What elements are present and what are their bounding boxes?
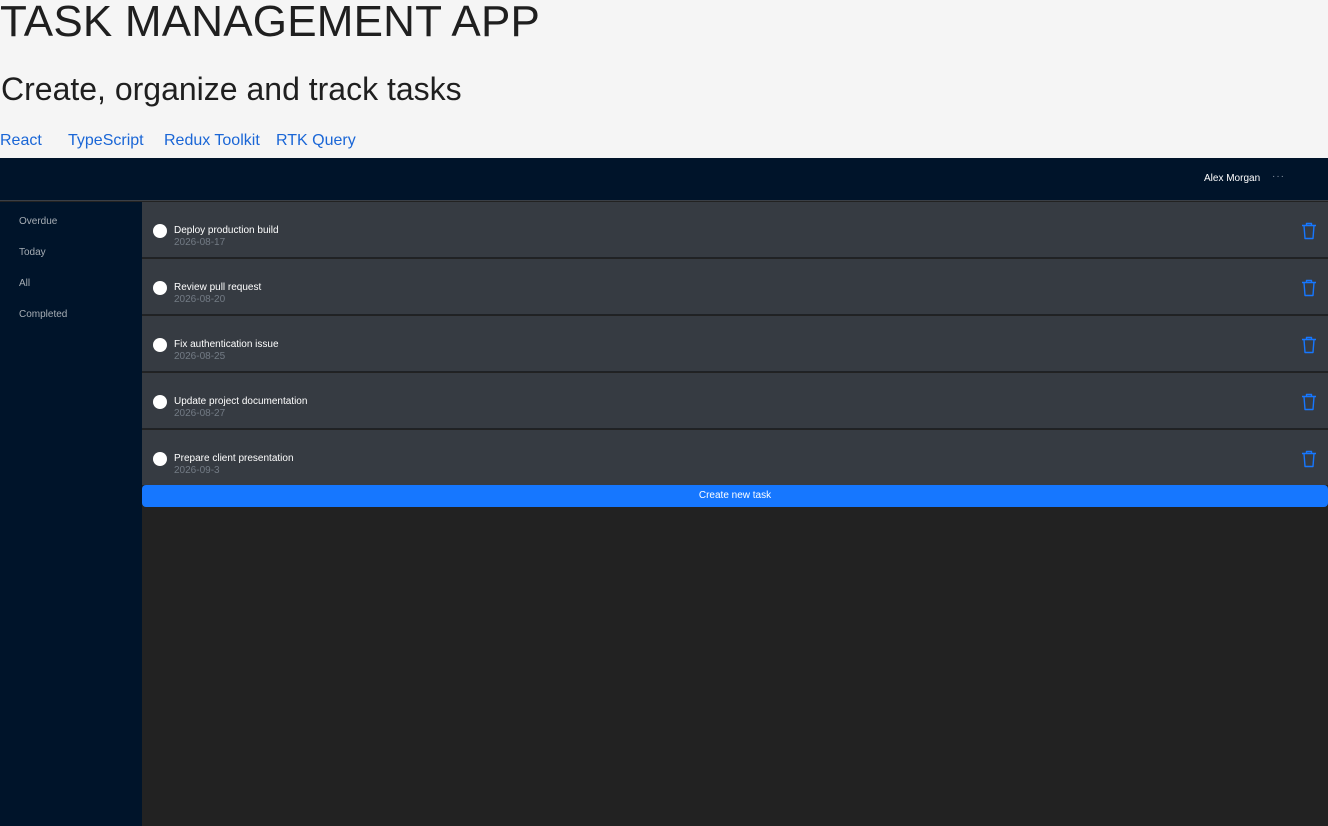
- task-date: 2026-08-27: [174, 408, 226, 419]
- tech-link-redux-toolkit[interactable]: Redux Toolkit: [164, 131, 260, 151]
- page-subtitle: Create, organize and track tasks: [1, 71, 462, 107]
- task-date: 2026-09-3: [174, 465, 220, 476]
- trash-icon[interactable]: [1301, 450, 1317, 468]
- task-date: 2026-08-20: [174, 294, 226, 305]
- sidebar-item-overdue[interactable]: Overdue: [19, 216, 57, 228]
- sidebar-item-completed[interactable]: Completed: [19, 309, 67, 321]
- task-list: Deploy production build 2026-08-17 Revie…: [142, 202, 1328, 826]
- trash-icon[interactable]: [1301, 279, 1317, 297]
- topbar: Alex Morgan ···: [0, 158, 1328, 201]
- task-row[interactable]: Review pull request 2026-08-20: [142, 259, 1328, 315]
- circle-check-icon[interactable]: [153, 224, 167, 238]
- app-frame: Alex Morgan ··· Overdue Today All Comple…: [0, 158, 1328, 826]
- tech-link-rtk-query[interactable]: RTK Query: [276, 131, 356, 151]
- task-title: Fix authentication issue: [174, 339, 279, 350]
- trash-icon[interactable]: [1301, 222, 1317, 240]
- trash-icon[interactable]: [1301, 393, 1317, 411]
- sidebar: Overdue Today All Completed: [0, 202, 142, 826]
- tech-link-typescript[interactable]: TypeScript: [68, 131, 144, 151]
- task-row[interactable]: Deploy production build 2026-08-17: [142, 202, 1328, 258]
- task-date: 2026-08-17: [174, 237, 226, 248]
- tech-link-react[interactable]: React: [0, 131, 42, 151]
- sidebar-item-today[interactable]: Today: [19, 247, 46, 259]
- circle-check-icon[interactable]: [153, 281, 167, 295]
- more-horizontal-icon[interactable]: ···: [1272, 171, 1285, 182]
- task-title: Review pull request: [174, 282, 262, 293]
- page-title: TASK MANAGEMENT APP: [0, 0, 541, 46]
- sidebar-item-all[interactable]: All: [19, 278, 30, 290]
- trash-icon[interactable]: [1301, 336, 1317, 354]
- circle-check-icon[interactable]: [153, 338, 167, 352]
- task-row[interactable]: Update project documentation 2026-08-27: [142, 373, 1328, 429]
- task-row[interactable]: Fix authentication issue 2026-08-25: [142, 316, 1328, 372]
- circle-check-icon[interactable]: [153, 395, 167, 409]
- page-header: TASK MANAGEMENT APP Create, organize and…: [0, 0, 1328, 158]
- create-task-button[interactable]: Create new task: [142, 485, 1328, 507]
- task-title: Prepare client presentation: [174, 453, 294, 464]
- user-name[interactable]: Alex Morgan: [1204, 173, 1260, 184]
- task-date: 2026-08-25: [174, 351, 226, 362]
- task-title: Deploy production build: [174, 225, 279, 236]
- circle-check-icon[interactable]: [153, 452, 167, 466]
- task-title: Update project documentation: [174, 396, 308, 407]
- task-row[interactable]: Prepare client presentation 2026-09-3: [142, 430, 1328, 486]
